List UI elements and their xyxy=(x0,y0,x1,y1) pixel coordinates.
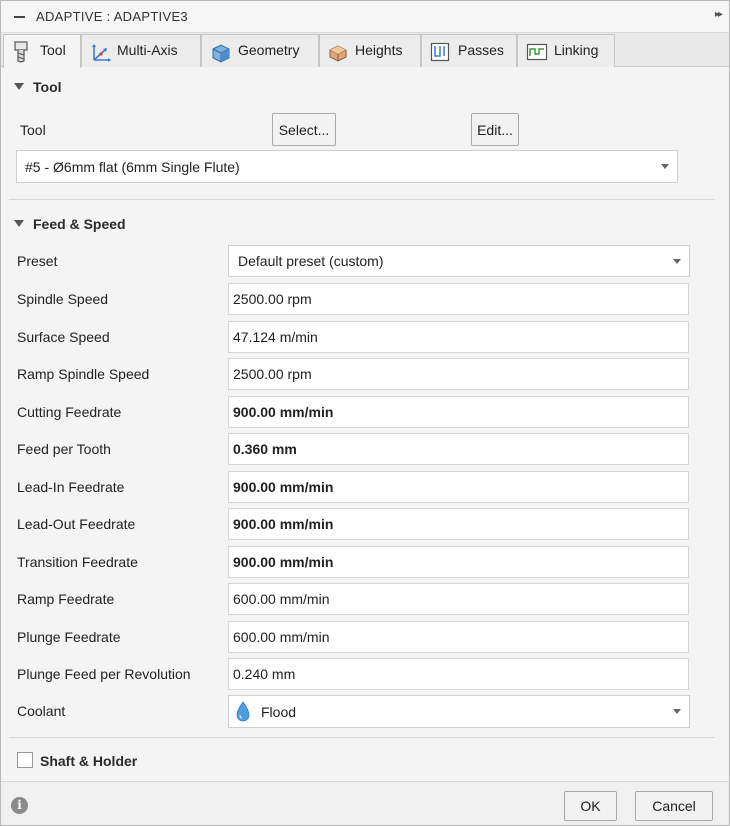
axis-icon xyxy=(92,44,111,62)
preset-label: Preset xyxy=(17,253,58,269)
coolant-label: Coolant xyxy=(17,703,66,719)
field-input[interactable]: 0.240 mm xyxy=(228,658,689,690)
adaptive-dialog: ADAPTIVE : ADAPTIVE3 ▸▸ Tool Multi-Axis xyxy=(0,0,730,826)
feed-speed-section-header[interactable]: Feed & Speed xyxy=(14,216,126,232)
tab-geometry[interactable]: Geometry xyxy=(201,34,319,67)
info-icon[interactable]: i xyxy=(11,797,28,814)
field-label: Ramp Feedrate xyxy=(17,591,115,607)
dialog-footer: i OK Cancel xyxy=(1,781,729,825)
coolant-dropdown[interactable]: Flood xyxy=(228,695,690,728)
title-bar[interactable]: ADAPTIVE : ADAPTIVE3 ▸▸ xyxy=(1,1,729,33)
heights-icon xyxy=(329,45,347,62)
tool-label: Tool xyxy=(20,122,46,138)
tab-tool-label: Tool xyxy=(40,42,66,58)
section-divider xyxy=(9,199,715,200)
tool-select-value: #5 - Ø6mm flat (6mm Single Flute) xyxy=(25,159,240,175)
field-input[interactable]: 900.00 mm/min xyxy=(228,546,689,578)
field-input[interactable]: 600.00 mm/min xyxy=(228,621,689,653)
tab-linking[interactable]: Linking xyxy=(517,34,615,67)
tool-section-header[interactable]: Tool xyxy=(14,79,62,95)
field-input[interactable]: 900.00 mm/min xyxy=(228,508,689,540)
chevron-down-icon xyxy=(673,709,681,714)
chevron-down-icon xyxy=(661,164,669,169)
field-input[interactable]: 47.124 m/min xyxy=(228,321,689,353)
linking-icon xyxy=(526,43,548,61)
expand-icon[interactable]: ▸▸ xyxy=(715,9,723,20)
tab-heights-label: Heights xyxy=(355,42,403,58)
tab-linking-label: Linking xyxy=(554,42,599,58)
dialog-title: ADAPTIVE : ADAPTIVE3 xyxy=(36,9,188,24)
tab-multi-axis[interactable]: Multi-Axis xyxy=(81,34,201,67)
field-input[interactable]: 0.360 mm xyxy=(228,433,689,465)
tool-section-title: Tool xyxy=(33,79,62,95)
collapse-triangle-icon xyxy=(14,83,24,90)
tab-tool[interactable]: Tool xyxy=(3,34,81,68)
shaft-holder-label: Shaft & Holder xyxy=(40,753,138,769)
field-input[interactable]: 900.00 mm/min xyxy=(228,471,689,503)
field-label: Transition Feedrate xyxy=(17,554,138,570)
preset-value: Default preset (custom) xyxy=(238,253,384,269)
field-input[interactable]: 900.00 mm/min xyxy=(228,396,689,428)
field-input[interactable]: 2500.00 rpm xyxy=(228,283,689,315)
shaft-holder-checkbox[interactable] xyxy=(17,752,33,768)
cancel-button[interactable]: Cancel xyxy=(635,791,713,821)
field-label: Cutting Feedrate xyxy=(17,404,122,420)
ok-button[interactable]: OK xyxy=(564,791,617,821)
tab-bar: Tool Multi-Axis Geometry Heights Passes … xyxy=(1,33,729,68)
passes-icon xyxy=(430,42,450,62)
field-label: Feed per Tooth xyxy=(17,441,111,457)
edit-tool-button[interactable]: Edit... xyxy=(471,113,519,146)
field-label: Ramp Spindle Speed xyxy=(17,366,150,382)
end-mill-icon xyxy=(14,41,28,63)
preset-dropdown[interactable]: Default preset (custom) xyxy=(228,245,690,277)
tab-passes-label: Passes xyxy=(458,42,504,58)
feed-speed-section-title: Feed & Speed xyxy=(33,216,126,232)
collapse-icon[interactable] xyxy=(14,16,25,18)
field-label: Spindle Speed xyxy=(17,291,109,307)
collapse-triangle-icon xyxy=(14,220,24,227)
water-drop-icon xyxy=(236,701,250,722)
field-label: Lead-In Feedrate xyxy=(17,479,125,495)
chevron-down-icon xyxy=(673,259,681,264)
tab-multi-axis-label: Multi-Axis xyxy=(117,42,178,58)
field-label: Lead-Out Feedrate xyxy=(17,516,136,532)
field-label: Surface Speed xyxy=(17,329,110,345)
tool-select-dropdown[interactable]: #5 - Ø6mm flat (6mm Single Flute) xyxy=(16,150,678,183)
field-label: Plunge Feed per Revolution xyxy=(17,666,191,682)
tab-geometry-label: Geometry xyxy=(238,42,300,58)
coolant-value: Flood xyxy=(261,704,297,720)
cube-icon xyxy=(212,44,230,63)
select-tool-button[interactable]: Select... xyxy=(272,113,336,146)
field-label: Plunge Feedrate xyxy=(17,629,121,645)
tab-passes[interactable]: Passes xyxy=(421,34,517,67)
section-divider xyxy=(9,737,715,738)
field-input[interactable]: 2500.00 rpm xyxy=(228,358,689,390)
tab-heights[interactable]: Heights xyxy=(319,34,421,67)
field-input[interactable]: 600.00 mm/min xyxy=(228,583,689,615)
